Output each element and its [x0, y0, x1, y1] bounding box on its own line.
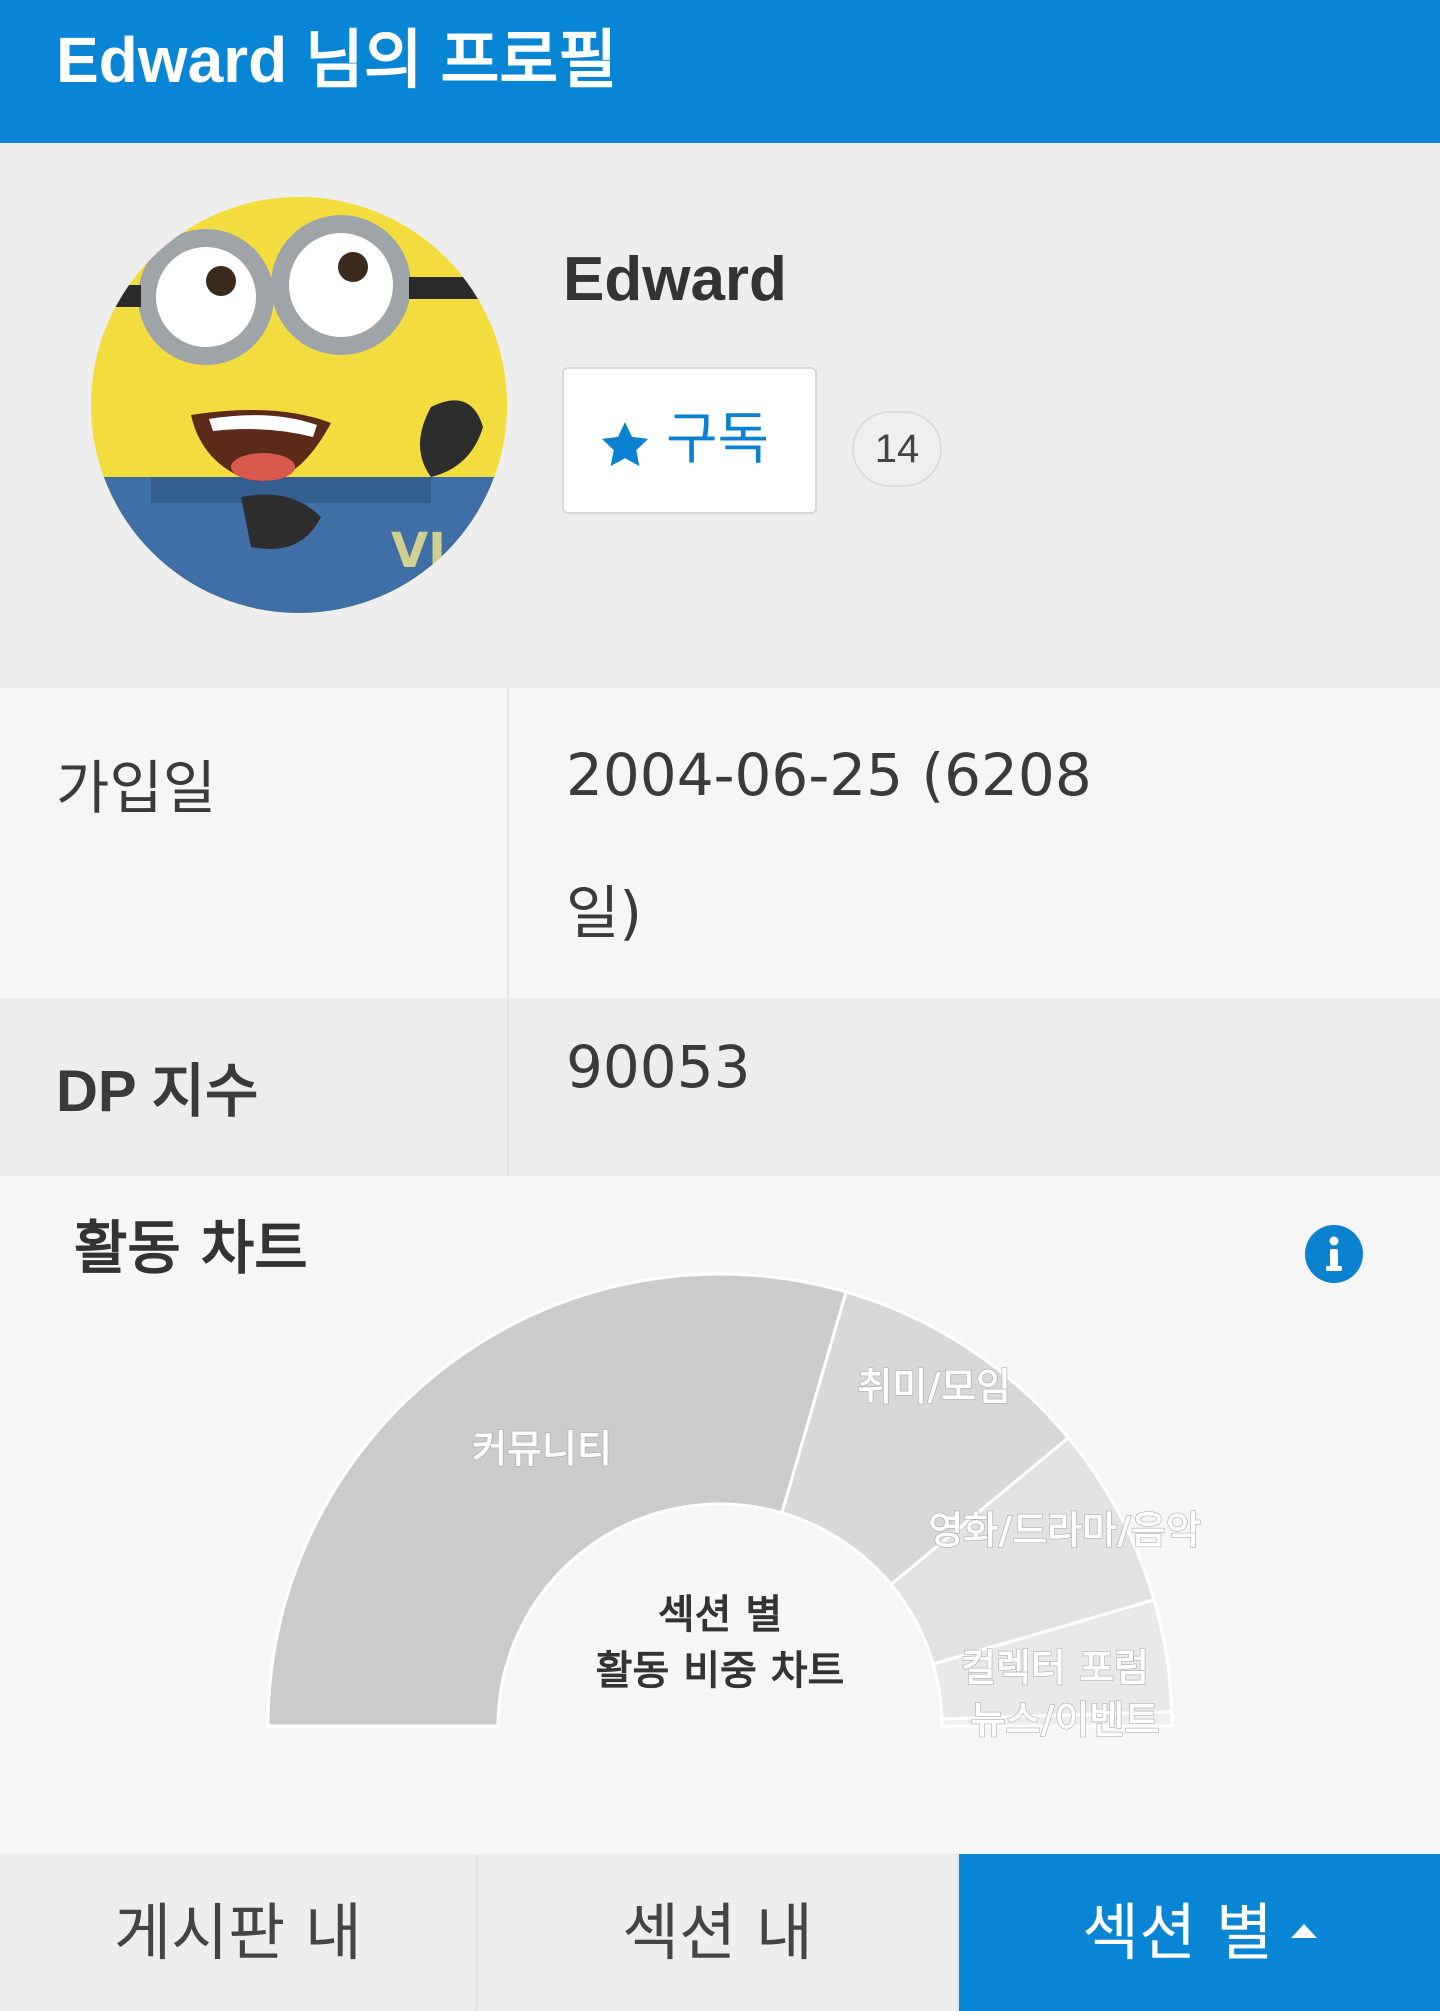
- star-icon: [601, 422, 649, 467]
- avatar-illustration: VI: [91, 197, 507, 613]
- profile-username: Edward: [563, 245, 787, 314]
- caret-up-icon: [1290, 1923, 1317, 1938]
- dp-score-value: 90053: [566, 1033, 751, 1101]
- cell-divider: [507, 998, 509, 1176]
- chart-slice-label: 취미/모임: [857, 1365, 1011, 1409]
- chart-center-line2: 활동 비중 차트: [596, 1648, 845, 1694]
- tab-board-label: 게시판 내: [114, 1896, 362, 1969]
- cell-divider: [507, 688, 509, 998]
- tab-board[interactable]: 게시판 내: [0, 1854, 478, 2011]
- subscriber-count-badge: 14: [852, 411, 942, 487]
- activity-half-donut-chart: 커뮤니티 취미/모임영화/드라마/음악컬렉터 포럼뉴스/이벤트 섹션 별 활동 비…: [266, 1272, 1201, 1743]
- subscribe-label: 구독: [666, 407, 770, 472]
- join-date-row: 가입일 2004-06-25 (6208 일): [0, 688, 1440, 998]
- subscribe-button[interactable]: 구독: [562, 367, 817, 514]
- join-date-label: 가입일: [56, 754, 217, 822]
- svg-text:VI: VI: [391, 523, 446, 579]
- chart-center-line1: 섹션 별: [658, 1592, 782, 1638]
- tab-by-section[interactable]: 섹션 별: [959, 1854, 1440, 2011]
- dp-score-row: DP 지수 90053: [0, 998, 1440, 1176]
- join-date-value-line1: 2004-06-25 (6208: [566, 741, 1092, 809]
- join-date-value-line2: 일): [566, 879, 642, 947]
- profile-card: VI Edward 구독 14: [0, 143, 1440, 688]
- tab-section[interactable]: 섹션 내: [478, 1854, 959, 2011]
- minion-avatar: VI: [91, 197, 507, 613]
- app-header: Edward 님의 프로필: [0, 0, 1440, 143]
- chart-slice-label: 컬렉터 포럼: [961, 1646, 1149, 1690]
- chart-slice-label: 뉴스/이벤트: [971, 1698, 1160, 1742]
- dp-score-label: DP 지수: [56, 1059, 259, 1124]
- chart-slice-label: 커뮤니티: [472, 1427, 612, 1471]
- page-title: Edward 님의 프로필: [56, 24, 618, 96]
- tab-section-label: 섹션 내: [622, 1896, 813, 1969]
- chart-slice-label: 영화/드라마/음악: [928, 1509, 1201, 1553]
- profile-info-table: 가입일 2004-06-25 (6208 일) DP 지수 90053: [0, 688, 1440, 1176]
- activity-chart-section: 활동 차트 커뮤니티 취미/모임 영화/드라마/음악 컬렉터 포럼 뉴스/이벤트 섹션 …: [0, 1176, 1440, 1854]
- chart-tab-bar: 게시판 내 섹션 내 섹션 별: [0, 1854, 1440, 2011]
- tab-by-section-label: 섹션 별: [1082, 1896, 1273, 1969]
